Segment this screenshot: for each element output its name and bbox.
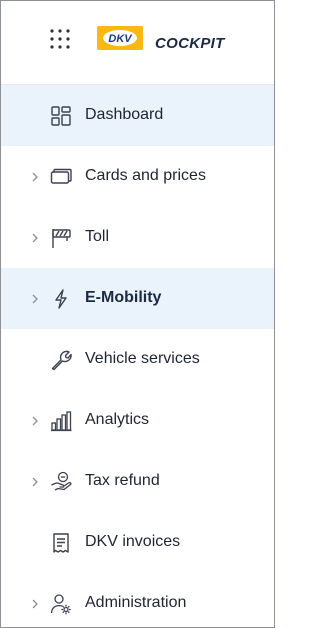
lightning-icon — [50, 288, 72, 310]
sidebar-item-e-mobility[interactable]: E-Mobility — [1, 268, 274, 329]
sidebar-item-label: Vehicle services — [85, 350, 200, 367]
hand-coin-icon — [50, 471, 72, 493]
sidebar-item-label: Cards and prices — [85, 167, 206, 184]
sidebar-item-cards-and-prices[interactable]: Cards and prices — [1, 146, 274, 207]
sidebar-item-tax-refund[interactable]: Tax refund — [1, 451, 274, 512]
sidebar-item-toll[interactable]: Toll — [1, 207, 274, 268]
sidebar-item-vehicle-services[interactable]: Vehicle services — [1, 329, 274, 390]
chevron-right-icon[interactable] — [30, 415, 40, 427]
chevron-right-icon[interactable] — [30, 232, 40, 244]
sidebar-item-label: Analytics — [85, 411, 150, 428]
sidebar-item-administration[interactable]: Administration — [1, 573, 274, 627]
sidebar-item-label: Dashboard — [85, 106, 164, 123]
app-launcher-icon[interactable] — [49, 28, 71, 50]
sidebar-item-label: E-Mobility — [85, 289, 162, 306]
logo-text: DKV — [108, 33, 133, 45]
chevron-right-icon[interactable] — [30, 171, 40, 183]
chevron-right-icon[interactable] — [30, 293, 40, 305]
sidebar-item-label: Tax refund — [85, 472, 160, 489]
sidebar-item-label: Administration — [85, 594, 187, 611]
bar-chart-icon — [50, 410, 72, 432]
sidebar-item-analytics[interactable]: Analytics — [1, 390, 274, 451]
dashboard-grid-icon — [50, 105, 72, 127]
sidebar-item-label: DKV invoices — [85, 533, 181, 550]
cards-icon — [50, 166, 72, 188]
sidebar-item-dkv-invoices[interactable]: DKV invoices — [1, 512, 274, 573]
chevron-right-icon[interactable] — [30, 476, 40, 488]
invoice-icon — [50, 532, 72, 554]
app-name: COCKPIT — [155, 35, 225, 52]
sidebar-item-dashboard[interactable]: Dashboard — [1, 85, 274, 146]
sidebar-navigation: DKV COCKPIT Dashboard Cards and prices T… — [0, 0, 275, 628]
chevron-right-icon[interactable] — [30, 598, 40, 610]
user-gear-icon — [50, 593, 72, 615]
nav-menu: Dashboard Cards and prices Toll E-Mobili… — [1, 85, 274, 627]
wrench-icon — [50, 349, 72, 371]
sidebar-header: DKV COCKPIT — [1, 1, 274, 85]
toll-sign-icon — [50, 227, 72, 249]
sidebar-item-label: Toll — [85, 228, 110, 245]
dkv-logo[interactable]: DKV — [97, 26, 143, 50]
